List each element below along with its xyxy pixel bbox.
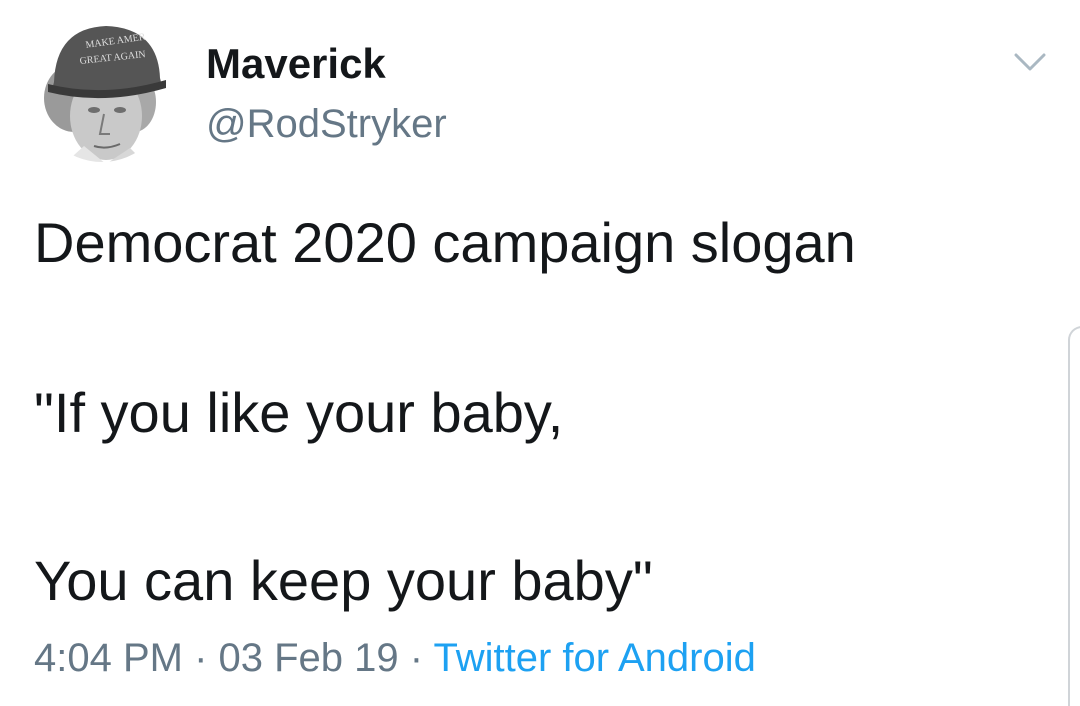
meta-separator: ·: [398, 636, 434, 680]
meta-separator: ·: [182, 636, 219, 680]
card-edge: [1068, 326, 1080, 706]
chevron-down-icon[interactable]: [1012, 50, 1048, 74]
tweet-text-line: You can keep your baby": [34, 549, 653, 612]
tweet-meta: 4:04 PM · 03 Feb 19 · Twitter for Androi…: [34, 636, 756, 681]
tweet-time[interactable]: 4:04 PM: [34, 636, 183, 680]
display-name[interactable]: Maverick: [206, 40, 386, 88]
tweet-text-line: "If you like your baby,: [34, 381, 564, 444]
avatar[interactable]: MAKE AMER GREAT AGAIN: [34, 18, 170, 164]
tweet-date[interactable]: 03 Feb 19: [219, 636, 399, 680]
tweet-source-link[interactable]: Twitter for Android: [433, 636, 755, 680]
tweet: MAKE AMER GREAT AGAIN Maverick @RodStryk…: [0, 0, 1080, 706]
avatar-image: MAKE AMER GREAT AGAIN: [36, 26, 168, 162]
tweet-text-line: Democrat 2020 campaign slogan: [34, 211, 856, 274]
user-handle[interactable]: @RodStryker: [206, 102, 447, 147]
